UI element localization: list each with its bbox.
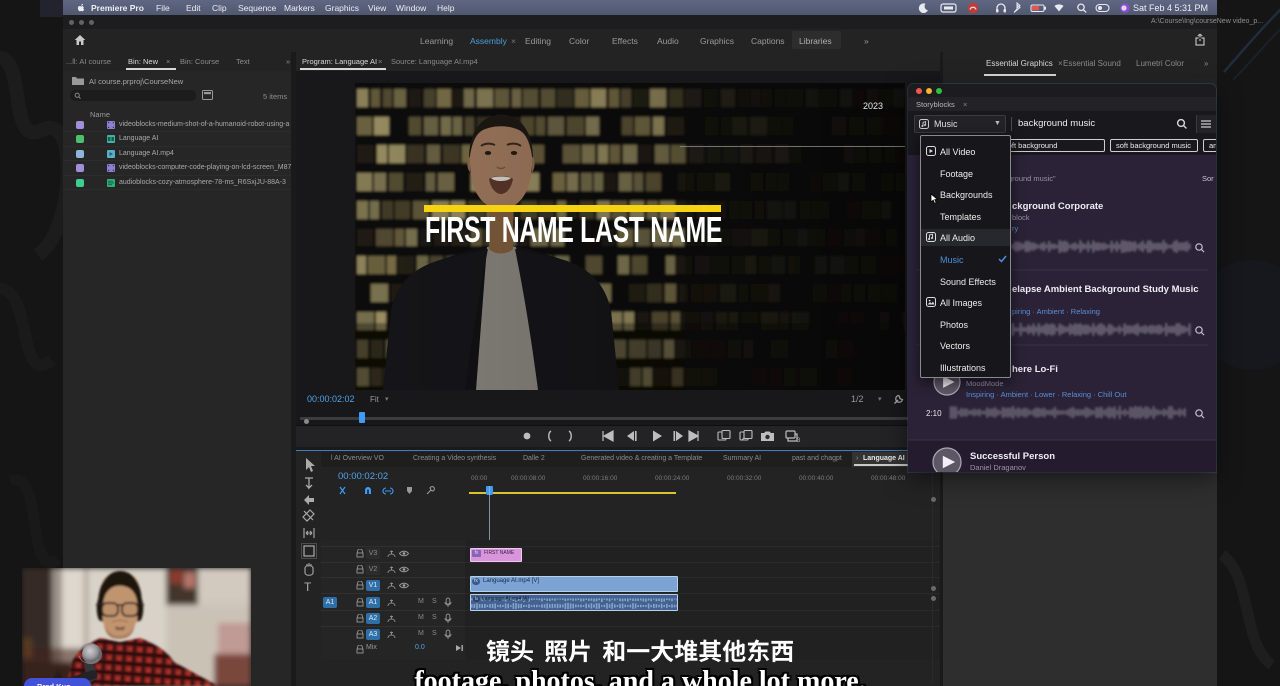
svg-text:Successful Person: Successful Person: [970, 451, 1055, 462]
svg-text:here Lo-Fi: here Lo-Fi: [1012, 364, 1058, 375]
svg-text:MoodMode: MoodMode: [966, 379, 1004, 388]
svg-text:Daniel Draganov: Daniel Draganov: [970, 463, 1026, 472]
svg-text:3: 3: [797, 438, 801, 443]
svg-text:block: block: [1012, 213, 1030, 222]
svg-text:Inspiring · Ambient · Lower ·: Inspiring · Ambient · Lower · Relaxing ·…: [966, 390, 1127, 399]
svg-text:ckground Corporate: ckground Corporate: [1012, 201, 1103, 212]
svg-text:T: T: [304, 580, 312, 594]
svg-text:piring · Ambient · Relaxing: piring · Ambient · Relaxing: [1012, 307, 1100, 316]
svg-text:elapse Ambient Background Stud: elapse Ambient Background Study Music: [1012, 284, 1199, 295]
svg-text:ry: ry: [1012, 224, 1018, 233]
svg-text:2:10: 2:10: [926, 409, 942, 418]
